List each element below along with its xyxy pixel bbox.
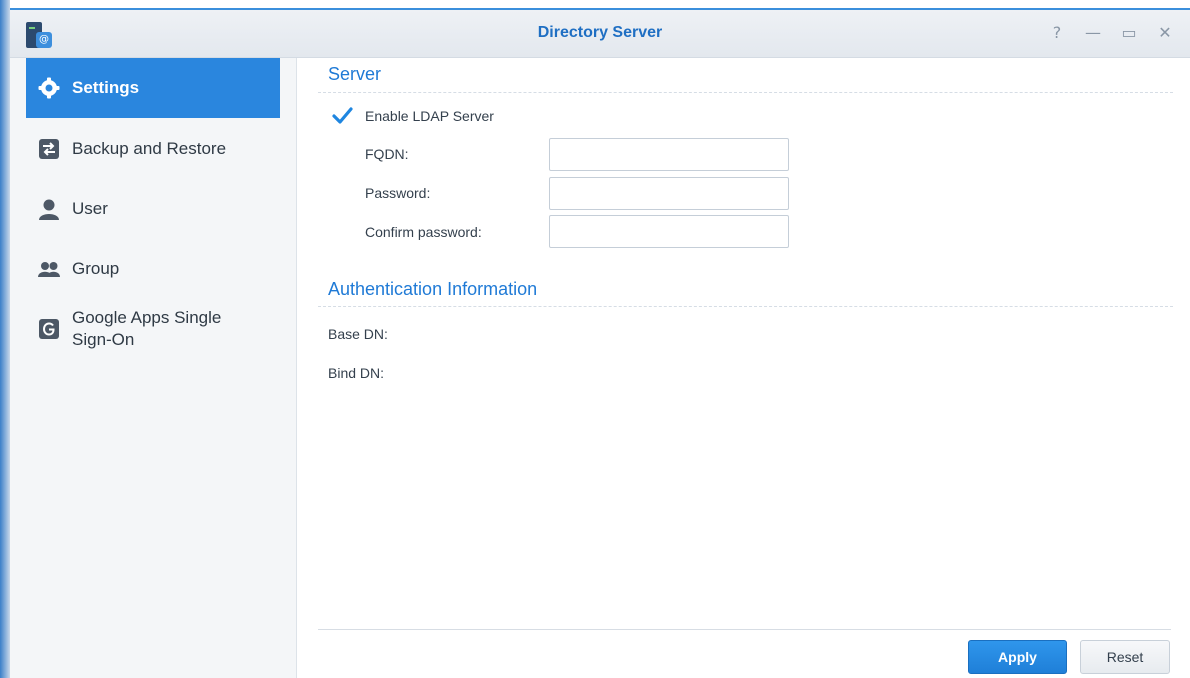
close-icon[interactable]: ✕ <box>1154 22 1176 44</box>
settings-panel: Server Enable LDAP Server FQDN: Password… <box>298 58 1190 678</box>
window-title: Directory Server <box>537 24 663 41</box>
auth-section-title: Authentication Information <box>328 279 538 299</box>
sidebar-item-user[interactable]: User <box>26 179 280 239</box>
help-icon[interactable]: ? <box>1046 22 1068 44</box>
sidebar-item-label: Backup and Restore <box>72 139 227 158</box>
sidebar-item-settings[interactable]: Settings <box>26 58 280 118</box>
section-divider <box>318 306 1173 307</box>
section-divider <box>318 92 1173 93</box>
group-icon <box>38 258 60 280</box>
sidebar-item-backup-restore[interactable]: Backup and Restore <box>26 119 280 179</box>
reset-button[interactable]: Reset <box>1080 640 1170 674</box>
backup-restore-icon <box>38 138 60 160</box>
server-section-title: Server <box>328 64 382 84</box>
sidebar-item-label: User <box>72 199 108 218</box>
confirm-password-input[interactable] <box>549 215 789 248</box>
window-controls: ? — ▭ ✕ <box>1046 22 1176 44</box>
enable-ldap-label[interactable]: Enable LDAP Server <box>365 108 494 124</box>
apply-button[interactable]: Apply <box>968 640 1067 674</box>
fqdn-input[interactable] <box>549 138 789 171</box>
sidebar-item-group[interactable]: Group <box>26 239 280 299</box>
title-bar[interactable]: @ Directory Server ? — ▭ ✕ <box>10 8 1190 58</box>
password-input[interactable] <box>549 177 789 210</box>
password-label: Password: <box>365 185 431 201</box>
sidebar-item-label: Google Apps Single Sign-On <box>72 308 222 349</box>
base-dn-label: Base DN: <box>328 326 388 342</box>
maximize-icon[interactable]: ▭ <box>1118 22 1140 44</box>
user-icon <box>38 198 60 220</box>
google-apps-icon <box>38 318 60 340</box>
sidebar-item-label: Settings <box>72 78 140 97</box>
bind-dn-label: Bind DN: <box>328 365 385 381</box>
sidebar: Settings Backup and Restore User Group G… <box>10 58 297 678</box>
enable-ldap-checkbox[interactable] <box>331 105 353 127</box>
sidebar-item-google-apps-sso[interactable]: Google Apps Single Sign-On <box>26 296 280 362</box>
confirm-password-label: Confirm password: <box>365 224 482 240</box>
footer-divider <box>318 629 1171 630</box>
desktop-edge <box>0 0 10 678</box>
gear-icon <box>38 77 60 99</box>
fqdn-label: FQDN: <box>365 146 409 162</box>
sidebar-item-label: Group <box>72 259 120 278</box>
directory-server-window: @ Directory Server ? — ▭ ✕ Settings Back… <box>0 0 1190 678</box>
minimize-icon[interactable]: — <box>1082 22 1104 44</box>
